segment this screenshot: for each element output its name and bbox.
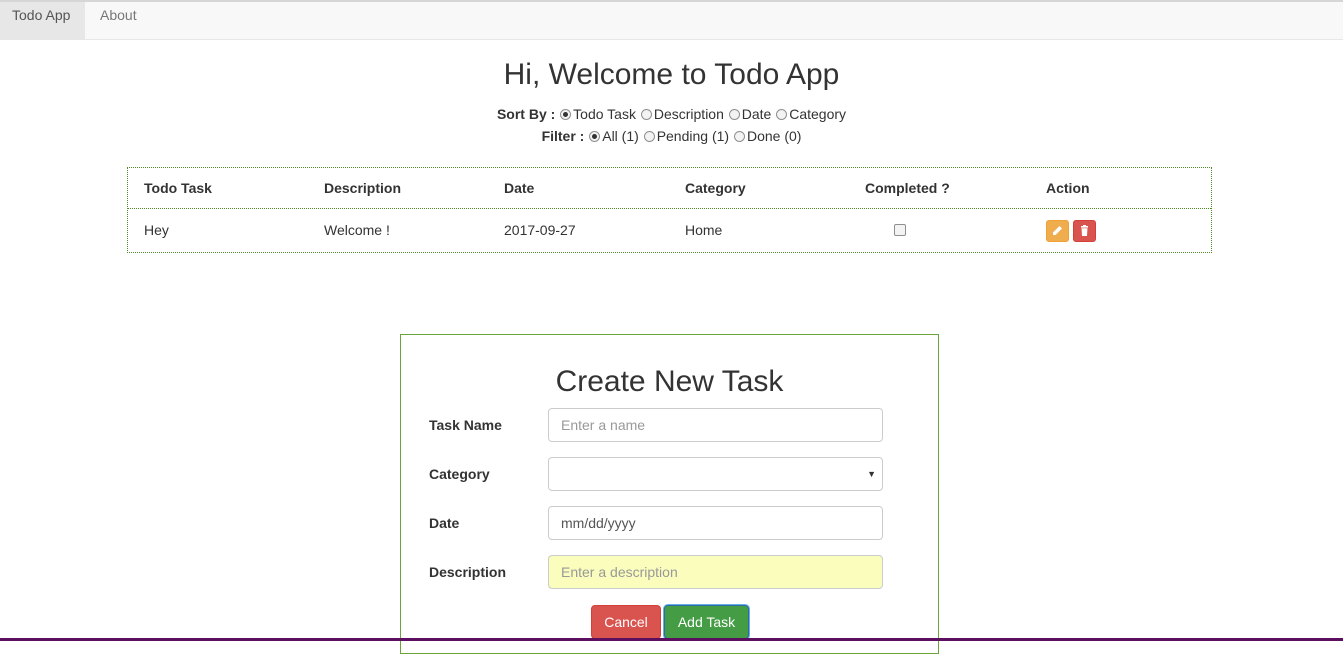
column-header-completed: Completed ? (865, 180, 950, 196)
date-input[interactable]: mm/dd/yyyy (548, 506, 883, 540)
delete-button[interactable] (1073, 220, 1096, 242)
sort-options: Sort By : Todo Task Description Date Cat… (0, 106, 1343, 122)
column-header-description: Description (324, 180, 402, 196)
filter-option-label: Pending (1) (656, 128, 730, 144)
column-header-category: Category (685, 180, 746, 196)
filter-option-label: Done (0) (746, 128, 802, 144)
description-input[interactable]: Enter a description (548, 555, 883, 589)
nav-link-about[interactable]: About (88, 2, 154, 40)
column-header-todo-task: Todo Task (144, 180, 212, 196)
cell-task: Hey (144, 222, 169, 238)
chevron-down-icon: ▼ (867, 469, 876, 479)
nav-link-todo-app[interactable]: Todo App (0, 2, 85, 40)
page-title: Hi, Welcome to Todo App (503, 58, 840, 91)
column-header-date: Date (504, 180, 535, 196)
cell-category: Home (685, 222, 723, 238)
sort-option-label: Description (653, 106, 724, 122)
filter-radio-all[interactable] (589, 131, 601, 142)
filter-options: Filter : All (1) Pending (1) Done (0) (0, 128, 1343, 144)
sort-label: Sort By : (496, 106, 556, 122)
create-task-form: Create New Task Task Name Enter a name C… (400, 334, 939, 654)
task-name-label: Task Name (429, 417, 502, 433)
pencil-icon (1053, 226, 1062, 235)
completed-checkbox[interactable] (894, 224, 906, 236)
column-header-action: Action (1046, 180, 1090, 196)
date-label: Date (429, 515, 460, 531)
filter-option-label: All (1) (602, 128, 639, 144)
sort-option-label: Todo Task (573, 106, 636, 122)
sort-radio-description[interactable] (640, 109, 652, 120)
sort-radio-date[interactable] (728, 109, 740, 120)
category-select[interactable]: ▼ (548, 457, 883, 491)
description-label: Description (429, 564, 507, 580)
add-task-button[interactable]: Add Task (664, 605, 749, 639)
category-label: Category (429, 466, 490, 482)
form-title: Create New Task (555, 365, 784, 398)
sort-option-label: Category (789, 106, 847, 122)
table-header-row: Todo Task Description Date Category Comp… (128, 168, 1211, 209)
sort-option-label: Date (741, 106, 772, 122)
sort-radio-todo-task[interactable] (560, 109, 572, 120)
todo-table: Todo Task Description Date Category Comp… (127, 167, 1212, 253)
navbar: Todo App About (0, 0, 1343, 40)
sort-radio-category[interactable] (776, 109, 788, 120)
filter-label: Filter : (541, 128, 585, 144)
cell-date: 2017-09-27 (504, 222, 576, 238)
task-name-input[interactable]: Enter a name (548, 408, 883, 442)
edit-button[interactable] (1046, 220, 1069, 242)
cancel-button[interactable]: Cancel (591, 605, 661, 639)
cell-description: Welcome ! (324, 222, 390, 238)
filter-radio-done[interactable] (733, 131, 745, 142)
trash-icon (1081, 225, 1088, 236)
table-row: Hey Welcome ! 2017-09-27 Home (128, 210, 1211, 252)
filter-radio-pending[interactable] (643, 131, 655, 142)
